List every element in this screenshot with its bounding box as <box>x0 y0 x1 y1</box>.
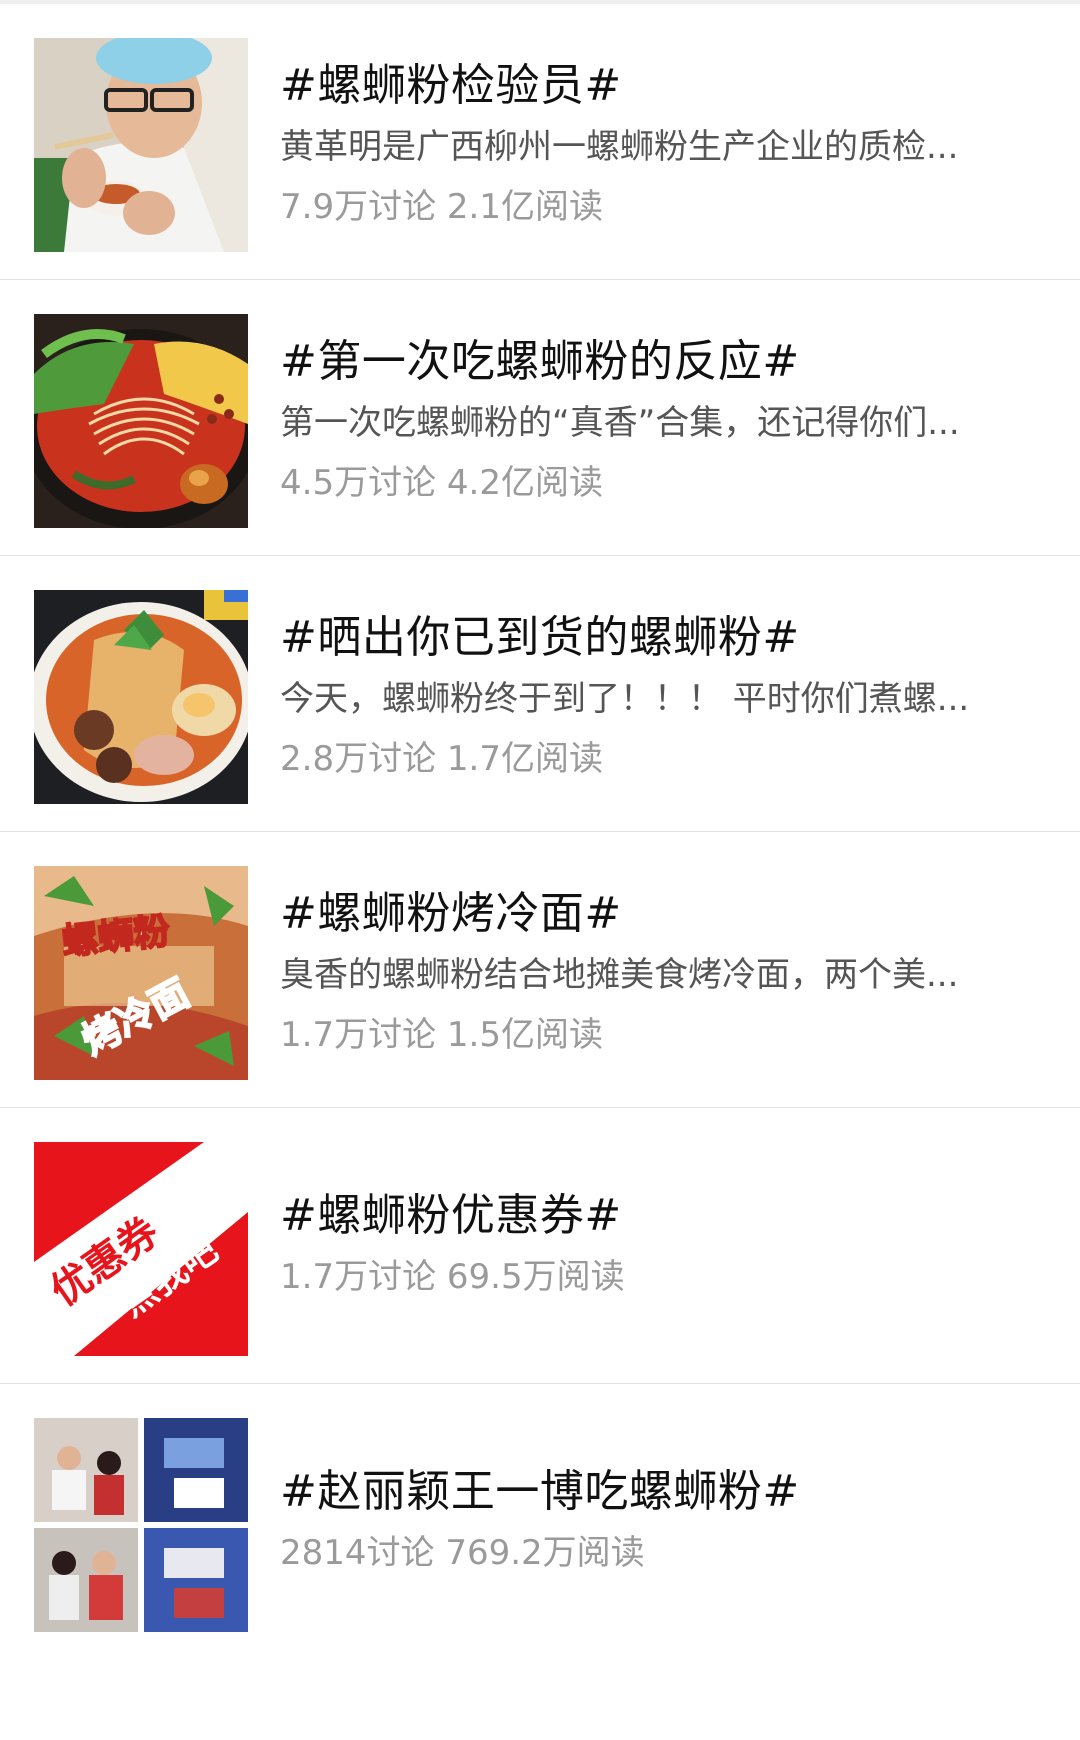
topic-item[interactable]: #螺蛳粉检验员# 黄革明是广西柳州一螺蛳粉生产企业的质检... 7.9万讨论 2… <box>0 4 1080 280</box>
topic-item[interactable]: #赵丽颖王一博吃螺蛳粉# 2814讨论 769.2万阅读 <box>0 1384 1080 1660</box>
topic-title[interactable]: #晒出你已到货的螺蛳粉# <box>280 610 1040 666</box>
topic-stats: 2.8万讨论 1.7亿阅读 <box>280 739 603 779</box>
topic-description: 今天，螺蛳粉终于到了！！！ 平时你们煮螺... <box>280 679 970 719</box>
photo-collage-image <box>34 1418 248 1632</box>
coupon-banner-image: 优惠券 点我吧 <box>34 1142 248 1356</box>
topic-thumbnail[interactable] <box>34 38 248 252</box>
topic-item[interactable]: #晒出你已到货的螺蛳粉# 今天，螺蛳粉终于到了！！！ 平时你们煮螺... 2.8… <box>0 556 1080 832</box>
topic-stats: 4.5万讨论 4.2亿阅读 <box>280 463 603 503</box>
topic-item[interactable]: 优惠券 点我吧 #螺蛳粉优惠券# 1.7万讨论 69.5万阅读 <box>0 1108 1080 1384</box>
topic-item[interactable]: 螺蛳粉 烤冷面 #螺蛳粉烤冷面# 臭香的螺蛳粉结合地摊美食烤冷面，两个美... … <box>0 832 1080 1108</box>
topic-title[interactable]: #赵丽颖王一博吃螺蛳粉# <box>280 1464 1040 1520</box>
topic-stats: 7.9万讨论 2.1亿阅读 <box>280 187 603 227</box>
noodle-bowl-image <box>34 314 248 528</box>
topic-item[interactable]: #第一次吃螺蛳粉的反应# 第一次吃螺蛳粉的“真香”合集，还记得你们... 4.5… <box>0 280 1080 556</box>
topic-title[interactable]: #螺蛳粉烤冷面# <box>280 886 1040 942</box>
topic-description: 第一次吃螺蛳粉的“真香”合集，还记得你们... <box>280 403 960 443</box>
topic-list: #螺蛳粉检验员# 黄革明是广西柳州一螺蛳粉生产企业的质检... 7.9万讨论 2… <box>0 4 1080 1660</box>
grilled-cold-noodle-image: 螺蛳粉 烤冷面 <box>34 866 248 1080</box>
topic-thumbnail[interactable] <box>34 1418 248 1632</box>
topic-texts: #赵丽颖王一博吃螺蛳粉# 2814讨论 769.2万阅读 <box>280 1384 1040 1740</box>
snail-noodle-bowl-image <box>34 590 248 804</box>
topic-title[interactable]: #螺蛳粉检验员# <box>280 58 1040 114</box>
topic-title[interactable]: #第一次吃螺蛳粉的反应# <box>280 334 1040 390</box>
man-tasting-soup-image <box>34 38 248 252</box>
topic-description: 黄革明是广西柳州一螺蛳粉生产企业的质检... <box>280 127 959 167</box>
topic-thumbnail[interactable] <box>34 590 248 804</box>
topic-stats: 2814讨论 769.2万阅读 <box>280 1533 645 1573</box>
topic-thumbnail[interactable] <box>34 314 248 528</box>
topic-stats: 1.7万讨论 1.5亿阅读 <box>280 1015 603 1055</box>
topic-stats: 1.7万讨论 69.5万阅读 <box>280 1257 625 1297</box>
topic-title[interactable]: #螺蛳粉优惠券# <box>280 1188 1040 1244</box>
topic-description: 臭香的螺蛳粉结合地摊美食烤冷面，两个美... <box>280 955 959 995</box>
topic-thumbnail[interactable]: 优惠券 点我吧 <box>34 1142 248 1356</box>
topic-thumbnail[interactable]: 螺蛳粉 烤冷面 <box>34 866 248 1080</box>
